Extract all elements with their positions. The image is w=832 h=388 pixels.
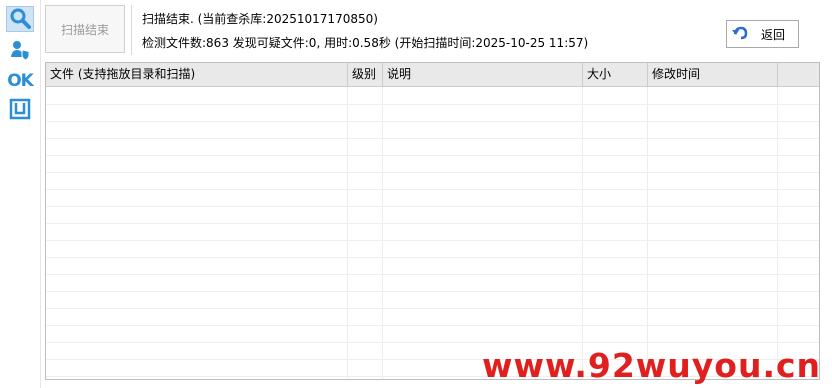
square-bracket-icon — [9, 98, 31, 123]
table-header: 文件 (支持拖放目录和扫描) 级别 说明 大小 修改时间 — [46, 63, 819, 87]
scan-button[interactable]: 扫描结束 — [45, 5, 125, 53]
divider — [131, 5, 132, 55]
table-row-line — [46, 240, 819, 241]
scan-summary-text: 检测文件数:863 发现可疑文件:0, 用时:0.58秒 (开始扫描时间:202… — [142, 36, 589, 50]
table-row-line — [46, 206, 819, 207]
back-button[interactable]: 返回 — [726, 20, 799, 48]
table-row-line — [46, 138, 819, 139]
table-row-line — [46, 121, 819, 122]
table-row-line — [46, 308, 819, 309]
table-row-line — [46, 172, 819, 173]
undo-arrow-icon — [731, 25, 749, 44]
sidebar-item-scan[interactable] — [6, 6, 34, 32]
table-row-line — [46, 291, 819, 292]
column-header-file[interactable]: 文件 (支持拖放目录和扫描) — [46, 63, 348, 86]
table-row-line — [46, 274, 819, 275]
sidebar-item-other[interactable] — [6, 97, 34, 123]
column-header-size[interactable]: 大小 — [583, 63, 648, 86]
column-header-level[interactable]: 级别 — [348, 63, 383, 86]
table-body — [46, 87, 819, 379]
sidebar-item-quarantine[interactable] — [6, 38, 34, 64]
table-row-line — [46, 257, 819, 258]
column-header-description[interactable]: 说明 — [383, 63, 583, 86]
table-row-line — [46, 342, 819, 343]
back-button-label: 返回 — [761, 27, 786, 42]
table-row-line — [46, 189, 819, 190]
ok-icon: OK — [7, 71, 34, 91]
table-row-line — [46, 155, 819, 156]
sidebar: OK — [0, 0, 41, 388]
user-shield-icon — [9, 39, 31, 64]
magnifier-icon — [9, 7, 31, 32]
table-row-line — [46, 325, 819, 326]
results-table[interactable]: 文件 (支持拖放目录和扫描) 级别 说明 大小 修改时间 — [45, 62, 820, 380]
watermark-text: www.92wuyou.cn — [482, 346, 822, 385]
scan-status-text: 扫描结束. (当前查杀库:20251017170850) — [142, 12, 378, 26]
column-header-extra — [778, 63, 819, 86]
table-row-line — [46, 223, 819, 224]
table-row-line — [46, 104, 819, 105]
column-header-modified[interactable]: 修改时间 — [648, 63, 778, 86]
sidebar-item-trust[interactable]: OK — [6, 68, 34, 94]
